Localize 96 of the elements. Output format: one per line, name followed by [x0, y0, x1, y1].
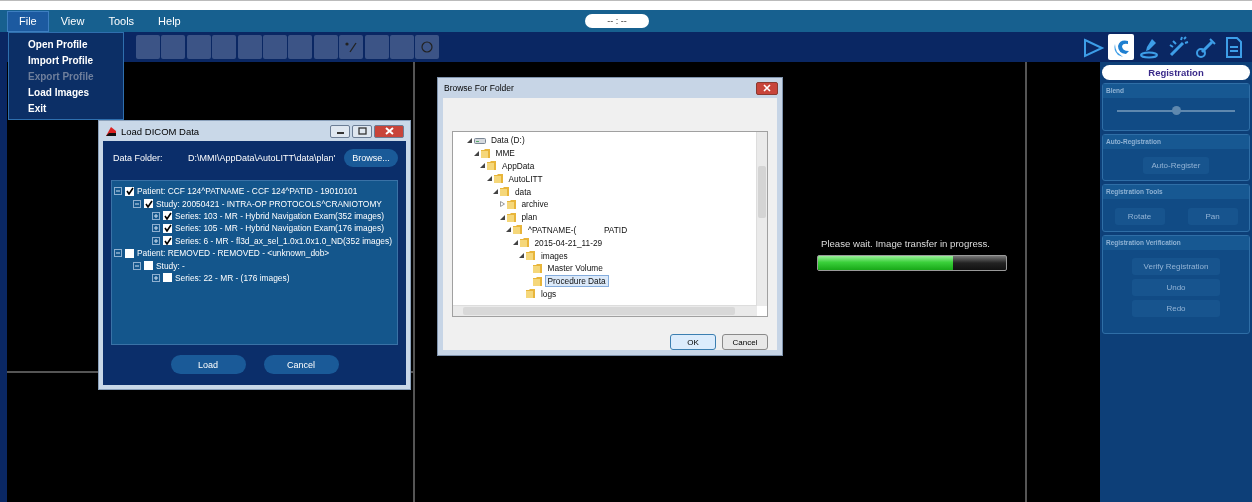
checkbox[interactable] — [144, 261, 153, 271]
expand-icon[interactable] — [152, 224, 160, 233]
dialog-title: Browse For Folder — [444, 83, 514, 93]
tree-item[interactable]: Study: - — [156, 260, 185, 271]
tree-item[interactable]: Series: 6 - MR - fl3d_ax_sel_1.0x1.0x1.0_ND(352 images) — [175, 235, 392, 246]
scrollbar[interactable] — [756, 132, 767, 306]
folder-item[interactable]: plan — [518, 211, 541, 224]
expanded-arrow-icon[interactable] — [512, 240, 518, 246]
menu-entry[interactable]: Open Profile — [9, 36, 123, 52]
folder-icon — [532, 275, 543, 287]
folder-icon — [506, 211, 517, 223]
folder-path: D:\MMI\AppData\AutoLITT\data\plan' — [188, 153, 337, 163]
expand-icon[interactable] — [152, 273, 160, 282]
folder-item[interactable]: logs — [538, 287, 560, 300]
checkbox[interactable] — [163, 223, 172, 233]
collapse-icon[interactable] — [114, 249, 122, 258]
expanded-arrow-icon[interactable] — [480, 163, 485, 169]
app-logo-icon — [105, 125, 117, 137]
close-button[interactable] — [374, 124, 404, 138]
folder-item[interactable]: archive — [518, 198, 552, 211]
checkbox[interactable] — [144, 199, 153, 209]
menu-item[interactable]: View — [48, 10, 97, 32]
clock-display: -- : -- — [585, 14, 649, 28]
folder-icon — [506, 198, 517, 210]
scroll-thumb[interactable] — [758, 166, 766, 218]
browse-button[interactable]: Browse... — [344, 149, 398, 167]
folder-item[interactable]: images — [538, 249, 571, 262]
folder-item[interactable]: data — [512, 185, 535, 198]
checkbox[interactable] — [163, 273, 172, 283]
menu-item[interactable]: Tools — [96, 10, 147, 32]
folder-icon — [487, 160, 497, 172]
menu-item[interactable]: File — [7, 10, 49, 32]
dialog-button[interactable]: Load — [170, 355, 246, 374]
folder-item[interactable]: Data (D:) — [488, 134, 528, 147]
collapse-icon[interactable] — [133, 261, 141, 270]
collapse-icon[interactable] — [133, 199, 141, 208]
collapse-icon[interactable] — [114, 187, 122, 196]
slider-thumb[interactable] — [1171, 106, 1181, 115]
checkbox[interactable] — [163, 211, 172, 221]
folder-item[interactable]: Master Volume — [544, 262, 606, 275]
tool-button[interactable] — [415, 35, 440, 59]
folder-icon — [480, 147, 491, 159]
check-icon — [125, 187, 134, 196]
check-icon — [144, 199, 153, 208]
checkbox[interactable] — [125, 248, 134, 258]
dialog-button[interactable]: Cancel — [263, 355, 339, 374]
collapsed-arrow-icon[interactable] — [499, 201, 505, 208]
expanded-arrow-icon[interactable] — [467, 137, 472, 143]
minimize-button[interactable] — [330, 124, 350, 138]
expanded-arrow-icon[interactable] — [473, 150, 479, 156]
field-label: Data Folder: — [112, 153, 164, 163]
expand-icon[interactable] — [152, 211, 160, 220]
drive-icon — [474, 135, 486, 145]
line-tool-icon — [344, 40, 359, 54]
folder-item[interactable]: AutoLITT — [505, 172, 546, 185]
checkbox[interactable] — [125, 186, 134, 196]
folder-icon — [519, 237, 530, 249]
tree-item[interactable]: Series: 103 - MR - Hybrid Navigation Exam(352 images) — [175, 210, 384, 221]
menu-entry[interactable]: Exit — [9, 100, 123, 116]
status-message: Please wait. Image transfer in progress. — [820, 238, 992, 249]
menu-entry[interactable]: Load Images — [9, 84, 123, 100]
maximize-button[interactable] — [352, 124, 372, 138]
folder-icon — [532, 262, 543, 274]
close-button[interactable] — [756, 81, 778, 95]
checkbox[interactable] — [163, 236, 172, 246]
tree-item[interactable]: Series: 105 - MR - Hybrid Navigation Exam(176 images) — [175, 223, 384, 234]
expanded-arrow-icon[interactable] — [493, 189, 498, 195]
folder-icon — [493, 173, 504, 185]
expand-icon[interactable] — [152, 236, 160, 245]
dialog-button[interactable]: Cancel — [722, 334, 768, 350]
expanded-arrow-icon[interactable] — [519, 253, 524, 259]
scroll-thumb[interactable] — [463, 307, 735, 315]
expanded-arrow-icon[interactable] — [486, 176, 492, 182]
dialog-button[interactable]: OK — [670, 334, 716, 350]
folder-item[interactable]: ^PATNAME-( PATID — [525, 223, 631, 236]
panel-title: Registration — [1102, 65, 1250, 80]
scrollbar[interactable] — [453, 305, 757, 316]
folder-icon — [526, 288, 536, 300]
folder-icon — [526, 250, 536, 262]
dialog-title: Load DICOM Data — [121, 125, 200, 137]
folder-icon — [513, 224, 523, 236]
tree-item[interactable]: Patient: CCF 124^PATNAME - CCF 124^PATID - 19010101 — [137, 186, 358, 197]
folder-item[interactable]: 2015-04-21_11-29 — [531, 236, 606, 249]
tree-item[interactable]: Patient: REMOVED - REMOVED - <unknown_dob> — [137, 248, 330, 259]
close-icon — [762, 84, 772, 92]
expanded-arrow-icon[interactable] — [499, 214, 505, 220]
folder-item[interactable]: MME — [492, 147, 518, 160]
tree-item[interactable]: Study: 20050421 - INTRA-OP PROTOCOLS^CRANIOTOMY — [156, 198, 382, 209]
menu-entry[interactable]: Import Profile — [9, 52, 123, 68]
circle-icon — [420, 40, 435, 54]
expanded-arrow-icon[interactable] — [506, 227, 511, 233]
menu-item[interactable]: Help — [146, 10, 193, 32]
tree-item[interactable]: Series: 22 - MR - (176 images) — [175, 272, 290, 283]
folder-icon — [500, 186, 510, 198]
folder-item[interactable]: AppData — [499, 160, 538, 172]
folder-item[interactable]: Procedure Data — [544, 275, 609, 288]
